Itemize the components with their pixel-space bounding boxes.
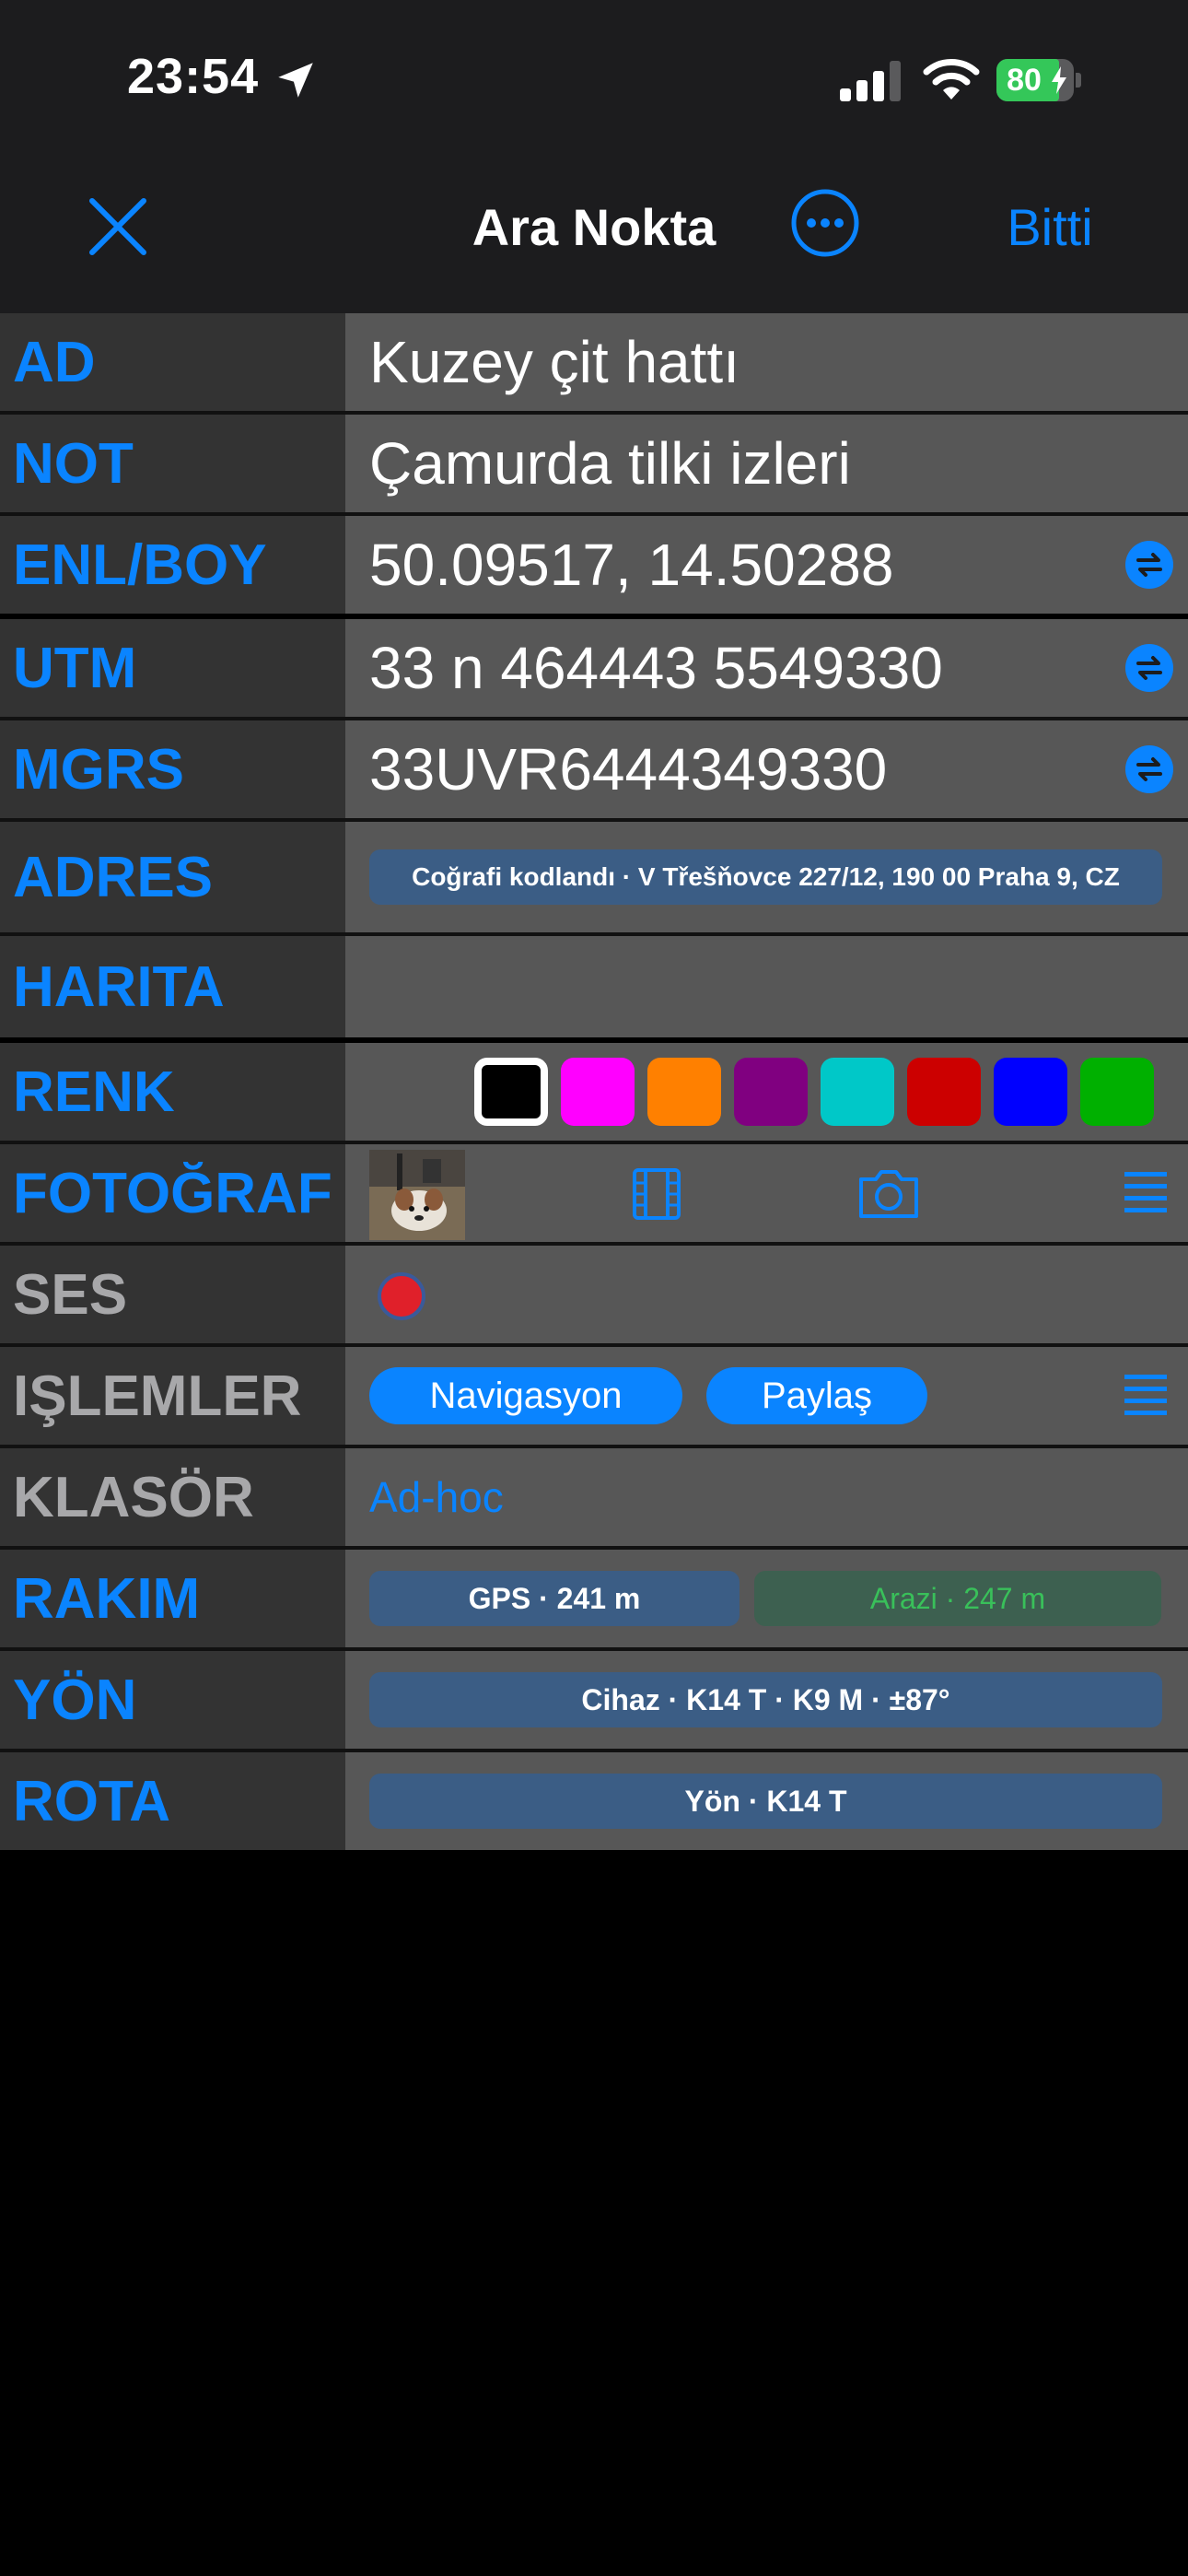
row-color: RENK (0, 1043, 1188, 1141)
navigate-button[interactable]: Navigasyon (369, 1367, 682, 1424)
row-address: ADRES Coğrafi kodlandı · V Třešňovce 227… (0, 822, 1188, 932)
heading-chip[interactable]: Cihaz · K14 T · K9 M · ±87° (369, 1672, 1162, 1727)
photo-field (345, 1144, 1188, 1242)
color-swatch-black[interactable] (474, 1058, 548, 1126)
altitude-field: GPS · 241 m Arazi · 247 m (345, 1550, 1188, 1647)
battery-percent: 80 (1007, 63, 1042, 98)
row-label: RENK (0, 1043, 345, 1141)
photo-thumbnail[interactable] (369, 1150, 465, 1240)
row-label: RAKIM (0, 1550, 345, 1647)
swap-format-icon[interactable] (1125, 644, 1173, 692)
gps-altitude-chip[interactable]: GPS · 241 m (369, 1571, 740, 1626)
latlon-field[interactable]: 50.09517, 14.50288 (345, 516, 1188, 614)
swap-format-icon[interactable] (1125, 541, 1173, 589)
mgrs-field[interactable]: 33UVR6444349330 (345, 720, 1188, 818)
heading-field: Cihaz · K14 T · K9 M · ±87° (345, 1651, 1188, 1749)
note-value[interactable]: Çamurda tilki izleri (369, 415, 851, 512)
row-label: MGRS (0, 720, 345, 818)
row-route: ROTA Yön · K14 T (0, 1752, 1188, 1850)
done-button[interactable]: Bitti (958, 197, 1142, 257)
close-icon[interactable] (85, 193, 151, 260)
row-photo: FOTOĞRAF (0, 1144, 1188, 1242)
address-chip[interactable]: Coğrafi kodlandı · V Třešňovce 227/12, 1… (369, 849, 1162, 905)
list-menu-icon[interactable] (1124, 1371, 1167, 1421)
row-label: ROTA (0, 1752, 345, 1850)
actions-field: Navigasyon Paylaş (345, 1347, 1188, 1445)
battery-charging-icon: 80 (996, 59, 1085, 101)
row-label: IŞLEMLER (0, 1347, 345, 1445)
status-bar: 23:54 80 (0, 0, 1188, 157)
row-heading: YÖN Cihaz · K14 T · K9 M · ±87° (0, 1651, 1188, 1749)
list-menu-icon[interactable] (1124, 1168, 1167, 1218)
row-label: UTM (0, 619, 345, 717)
row-label: ADRES (0, 822, 345, 932)
audio-field (345, 1246, 1188, 1343)
utm-value[interactable]: 33 n 464443 5549330 (369, 619, 943, 717)
cellular-signal-icon (840, 61, 901, 101)
color-picker (345, 1043, 1188, 1141)
color-swatch-red[interactable] (907, 1058, 981, 1126)
color-swatch-blue[interactable] (994, 1058, 1067, 1126)
page-title: Ara Nokta (472, 198, 716, 256)
status-time: 23:54 (127, 49, 260, 104)
row-mgrs: MGRS 33UVR6444349330 (0, 720, 1188, 818)
row-label: SES (0, 1246, 345, 1343)
terrain-altitude-chip[interactable]: Arazi · 247 m (754, 1571, 1161, 1626)
address-field: Coğrafi kodlandı · V Třešňovce 227/12, 1… (345, 822, 1188, 932)
utm-field[interactable]: 33 n 464443 5549330 (345, 619, 1188, 717)
row-label: KLASÖR (0, 1448, 345, 1546)
film-icon[interactable] (631, 1166, 682, 1222)
color-swatch-orange[interactable] (647, 1058, 721, 1126)
row-actions: IŞLEMLER Navigasyon Paylaş (0, 1347, 1188, 1445)
row-altitude: RAKIM GPS · 241 m Arazi · 247 m (0, 1550, 1188, 1647)
color-swatch-green[interactable] (1080, 1058, 1154, 1126)
route-chip[interactable]: Yön · K14 T (369, 1774, 1162, 1829)
row-label: YÖN (0, 1651, 345, 1749)
more-ellipsis-icon[interactable] (790, 188, 860, 258)
folder-link[interactable]: Ad-hoc (369, 1448, 504, 1546)
navigation-bar: Ara Nokta Bitti (0, 157, 1188, 313)
row-label: ENL/BOY (0, 516, 345, 614)
color-swatch-cyan[interactable] (821, 1058, 894, 1126)
row-note: NOT Çamurda tilki izleri (0, 415, 1188, 512)
color-swatch-purple[interactable] (734, 1058, 808, 1126)
mgrs-value[interactable]: 33UVR6444349330 (369, 720, 887, 818)
row-utm: UTM 33 n 464443 5549330 (0, 619, 1188, 717)
camera-icon[interactable] (856, 1166, 922, 1222)
record-button-icon[interactable] (377, 1271, 426, 1321)
color-swatch-magenta[interactable] (561, 1058, 635, 1126)
latlon-value[interactable]: 50.09517, 14.50288 (369, 516, 893, 614)
folder-field: Ad-hoc (345, 1448, 1188, 1546)
row-label: FOTOĞRAF (0, 1144, 345, 1242)
name-field[interactable]: Kuzey çit hattı (345, 313, 1188, 411)
share-button[interactable]: Paylaş (706, 1367, 927, 1424)
row-map: HARITA (0, 936, 1188, 1037)
wifi-icon (923, 59, 980, 100)
row-label: NOT (0, 415, 345, 512)
name-value[interactable]: Kuzey çit hattı (369, 313, 740, 411)
note-field[interactable]: Çamurda tilki izleri (345, 415, 1188, 512)
map-field[interactable] (345, 936, 1188, 1037)
route-field: Yön · K14 T (345, 1752, 1188, 1850)
row-name: AD Kuzey çit hattı (0, 313, 1188, 411)
row-label: AD (0, 313, 345, 411)
row-latlon: ENL/BOY 50.09517, 14.50288 (0, 516, 1188, 614)
row-label: HARITA (0, 936, 345, 1037)
swap-format-icon[interactable] (1125, 745, 1173, 793)
location-arrow-icon (278, 63, 313, 98)
row-folder: KLASÖR Ad-hoc (0, 1448, 1188, 1546)
row-audio: SES (0, 1246, 1188, 1343)
